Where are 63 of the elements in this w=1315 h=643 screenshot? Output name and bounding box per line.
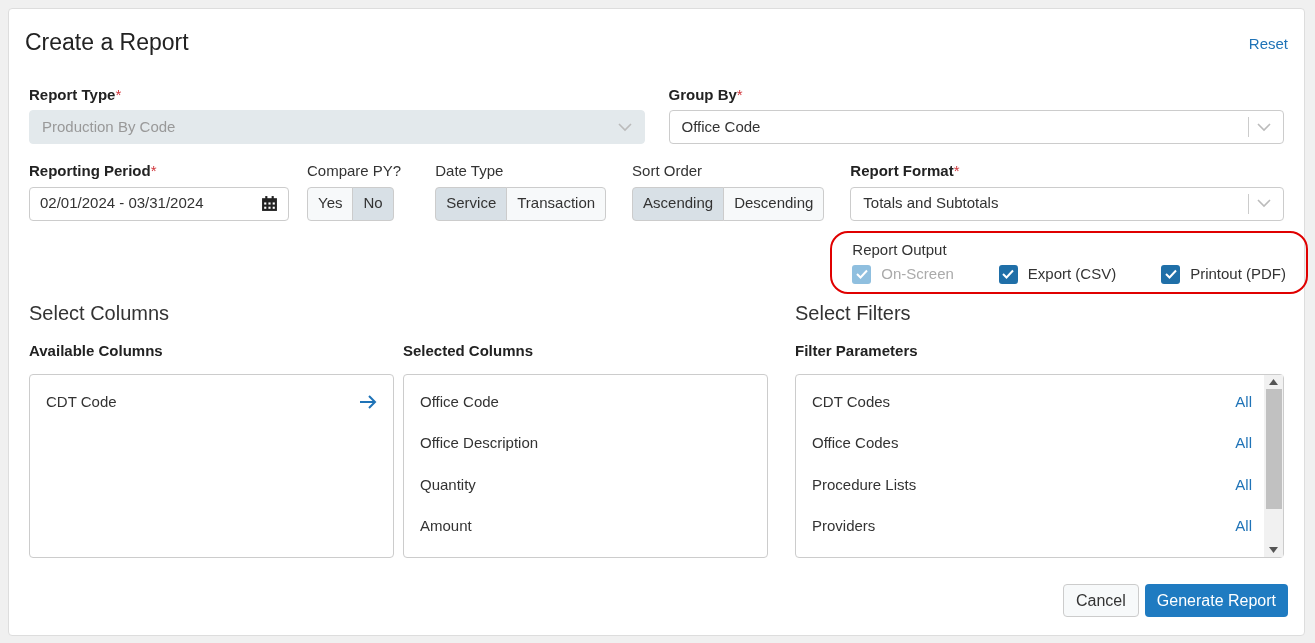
check-icon xyxy=(1164,269,1177,280)
arrow-right-icon[interactable] xyxy=(359,394,377,409)
generate-report-button[interactable]: Generate Report xyxy=(1144,584,1288,617)
filter-value-link[interactable]: All xyxy=(1235,390,1252,413)
field-label: Report Format xyxy=(850,161,954,181)
list-label: Filter Parameters xyxy=(795,340,919,361)
filter-name: Office Codes xyxy=(812,433,899,453)
field-label: Report Type xyxy=(29,84,116,105)
filter-name: Providers xyxy=(812,516,876,536)
cancel-button[interactable]: Cancel xyxy=(1063,584,1139,617)
toggle-option[interactable]: Descending xyxy=(723,186,825,221)
toggle-option[interactable]: Ascending xyxy=(632,186,725,221)
reset-link[interactable]: Reset xyxy=(1248,33,1288,56)
list-item[interactable]: CDT Code xyxy=(46,390,117,413)
list-item[interactable]: Amount xyxy=(420,515,472,538)
list-label: Available Columns xyxy=(29,340,164,361)
list-item[interactable]: Office Description xyxy=(420,432,539,455)
filter-name: CDT Codes xyxy=(812,391,891,412)
dropdown-value: Production By Code xyxy=(42,116,177,137)
section-title: Select Columns xyxy=(29,300,171,326)
check-icon xyxy=(1002,269,1015,280)
required-mark: * xyxy=(953,161,960,181)
required-mark: * xyxy=(115,84,122,105)
dropdown-field[interactable]: Totals and Subtotals xyxy=(850,186,1284,221)
section-title: Select Filters xyxy=(795,300,912,326)
chevron-down-icon xyxy=(1257,122,1271,132)
required-mark: * xyxy=(736,84,743,105)
field-label: Sort Order xyxy=(632,161,703,181)
date-range-value: 02/01/2024 - 03/31/2024 xyxy=(40,193,205,214)
checkbox[interactable] xyxy=(1161,264,1181,284)
field-label: Report Output xyxy=(852,239,948,260)
required-mark: * xyxy=(150,161,157,181)
filter-name: Procedure Lists xyxy=(812,474,917,495)
toggle-option[interactable]: Yes xyxy=(307,186,354,221)
field-label: Compare PY? xyxy=(307,161,402,181)
chevron-down-icon xyxy=(617,122,632,132)
check-icon xyxy=(855,269,868,280)
date-range-field[interactable]: 02/01/2024 - 03/31/2024 xyxy=(29,186,289,221)
checkbox-label: Export (CSV) xyxy=(1027,264,1117,284)
toggle-option[interactable]: Transaction xyxy=(506,186,607,221)
dropdown-value: Office Code xyxy=(681,116,762,137)
filter-value-link[interactable]: All xyxy=(1235,515,1252,538)
scrollbar[interactable] xyxy=(1264,375,1283,557)
chevron-down-icon xyxy=(1257,199,1271,208)
list-label: Selected Columns xyxy=(403,340,535,361)
field-label: Group By xyxy=(668,84,737,105)
scroll-down-icon[interactable] xyxy=(1269,547,1278,553)
dialog-title: Create a Report xyxy=(25,28,189,57)
list-item[interactable]: Office Code xyxy=(420,390,499,413)
field-label: Date Type xyxy=(435,161,504,181)
calendar-icon xyxy=(261,195,278,212)
checkbox-label: Printout (PDF) xyxy=(1190,264,1286,284)
toggle-option[interactable]: No xyxy=(352,186,394,221)
checkbox-label: On-Screen xyxy=(881,264,954,284)
checkbox[interactable] xyxy=(998,264,1018,284)
filter-value-link[interactable]: All xyxy=(1235,473,1252,496)
field-label: Reporting Period xyxy=(29,161,151,181)
dropdown-field[interactable]: Office Code xyxy=(668,110,1284,144)
filter-value-link[interactable]: All xyxy=(1235,432,1252,455)
dropdown-value: Totals and Subtotals xyxy=(863,193,1000,214)
toggle-option[interactable]: Service xyxy=(435,186,508,221)
scroll-up-icon[interactable] xyxy=(1269,379,1278,385)
list-item[interactable]: Quantity xyxy=(420,473,476,496)
